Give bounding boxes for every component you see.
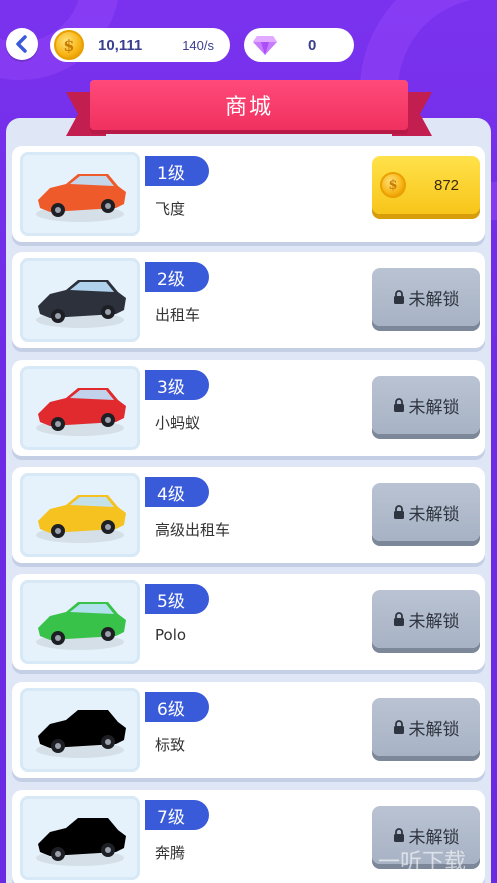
car-name: Polo [155,626,187,644]
locked-label: 未解锁 [408,289,460,310]
locked-button[interactable]: 未解锁 [372,483,480,541]
car-name: 出租车 [155,306,201,324]
lock-icon [393,290,404,304]
car-icon [36,818,126,866]
car-thumbnail [20,688,140,772]
coin-balance-pill: $ 10,111 140/s [50,28,230,62]
top-bar: $ 10,111 140/s 0 [0,28,497,64]
shop-item: 3级小蚂蚁 未解锁 [12,360,485,456]
car-thumbnail [20,152,140,236]
car-thumbnail [20,366,140,450]
level-tag: 3级 [145,370,209,400]
gem-balance-pill: 0 [244,28,354,62]
car-name: 标致 [155,736,186,754]
car-thumbnail [20,580,140,664]
car-name: 飞度 [155,200,186,218]
watermark-text: 一听下载 [378,849,467,875]
shop-item: 2级出租车 未解锁 [12,252,485,348]
car-icon [36,280,126,328]
chevron-left-icon [16,35,27,53]
shop-item: 5级 Polo 未解锁 [12,574,485,670]
locked-label: 未解锁 [408,719,460,740]
car-icon [36,710,126,758]
coin-balance: 10,111 [98,36,143,54]
locked-label: 未解锁 [408,397,460,418]
lock-icon [393,720,404,734]
watermark-logo: 听 [336,841,372,878]
watermark: 听 一听下载 [336,836,497,883]
car-icon [36,495,126,543]
car-icon [36,174,126,222]
level-tag: 5级 [145,584,209,614]
car-icon [36,602,126,650]
car-name: 奔腾 [155,844,186,862]
coin-rate: 140/s [182,37,214,53]
locked-button[interactable]: 未解锁 [372,698,480,756]
level-tag: 7级 [145,800,209,830]
level-tag: 6级 [145,692,209,722]
shop-item: 4级高级出租车 未解锁 [12,467,485,563]
banner-body: 商城 [90,80,408,130]
car-name: 高级出租车 [155,521,231,539]
page-title: 商城 [224,95,273,120]
buy-button[interactable]: $872 [372,156,480,214]
locked-button[interactable]: 未解锁 [372,268,480,326]
level-tag: 1级 [145,156,209,186]
lock-icon [393,398,404,412]
lock-icon [393,505,404,519]
coin-icon: $ [380,172,406,198]
car-thumbnail [20,796,140,880]
locked-button[interactable]: 未解锁 [372,590,480,648]
coin-icon: $ [54,30,84,60]
locked-button[interactable]: 未解锁 [372,376,480,434]
diamond-icon [253,36,277,55]
car-icon [36,388,126,436]
buy-price: 872 [434,176,460,194]
shop-banner: 商城 [66,80,432,140]
lock-icon [393,612,404,626]
level-tag: 2级 [145,262,209,292]
shop-item: 1级飞度 $872 [12,146,485,242]
shop-item: 6级标致 未解锁 [12,682,485,778]
car-thumbnail [20,258,140,342]
level-tag: 4级 [145,477,209,507]
back-button[interactable] [6,28,38,60]
locked-label: 未解锁 [408,611,460,632]
gem-balance: 0 [308,36,317,54]
car-name: 小蚂蚁 [155,414,201,432]
car-thumbnail [20,473,140,557]
locked-label: 未解锁 [408,504,460,525]
